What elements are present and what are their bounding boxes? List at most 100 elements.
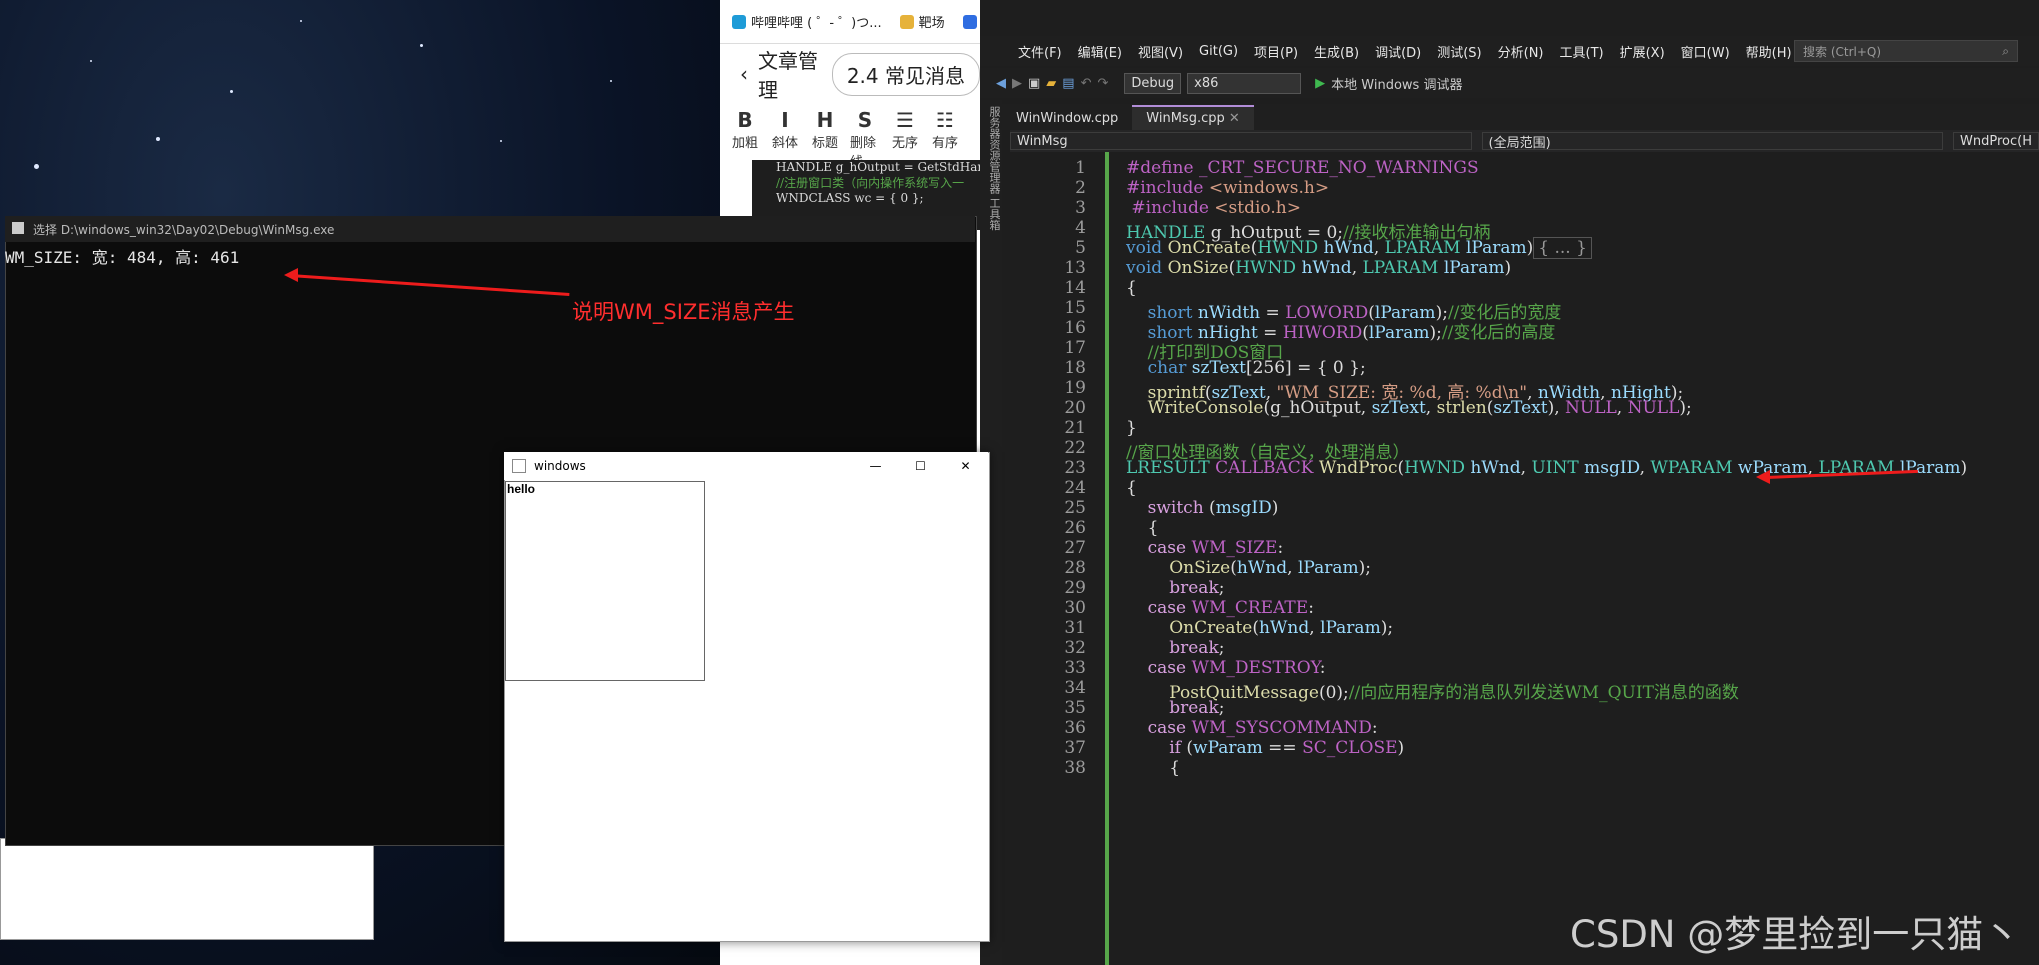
editor-snippet-line: HANDLE g_hOutput = GetStdHan [776, 160, 980, 174]
bookmark-icon [732, 14, 746, 29]
console-app-icon [12, 222, 24, 234]
code-line[interactable]: { [1126, 758, 1180, 778]
format-button-2[interactable]: H 标题 [810, 108, 840, 160]
editor-snippet-line: WNDCLASS wc = { 0 }; [776, 191, 924, 205]
bookmark-1[interactable]: 靶场 [899, 12, 945, 31]
client-drawn-rect [505, 481, 705, 681]
line-number: 37 [1064, 738, 1086, 758]
config-select[interactable]: Debug [1124, 72, 1182, 94]
line-number: 17 [1064, 338, 1086, 358]
bookmark-icon [962, 14, 977, 29]
line-number: 19 [1064, 378, 1086, 398]
format-label: 标题 [811, 136, 838, 151]
vs-menu-10[interactable]: 扩展(X) [1612, 42, 1673, 61]
nav-scope-dropdown[interactable]: (全局范围) [1481, 132, 1944, 151]
format-button-4[interactable]: ☰ 无序 [890, 108, 920, 160]
star [610, 80, 612, 82]
code-line[interactable]: break; [1126, 638, 1224, 658]
forward-icon[interactable]: ▶ [1012, 76, 1022, 91]
code-line[interactable]: #include <stdio.h> [1126, 198, 1301, 218]
vs-tab-1[interactable]: WinMsg.cpp ✕ [1132, 105, 1254, 130]
nav-project-dropdown[interactable]: WinMsg [1010, 132, 1472, 150]
line-number: 16 [1064, 318, 1086, 338]
code-line[interactable]: OnCreate(hWnd, lParam); [1126, 618, 1393, 638]
save-icon[interactable]: ▤ [1062, 76, 1074, 91]
code-line[interactable]: { [1126, 518, 1159, 538]
code-line[interactable]: switch (msgID) [1126, 498, 1279, 518]
line-number: 31 [1064, 618, 1086, 638]
app-window-icon [512, 459, 526, 473]
undo-icon[interactable]: ↶ [1081, 76, 1092, 91]
line-number: 26 [1064, 518, 1086, 538]
line-number: 36 [1064, 718, 1086, 738]
vs-menu-6[interactable]: 调试(D) [1367, 42, 1429, 61]
vs-menu-5[interactable]: 生成(B) [1306, 42, 1367, 61]
vs-tab-label: WinWindow.cpp [1016, 111, 1119, 126]
vs-tab-0[interactable]: WinWindow.cpp [1002, 107, 1132, 130]
close-tab-icon[interactable]: ✕ [1225, 111, 1240, 126]
redo-icon[interactable]: ↷ [1098, 76, 1109, 91]
bookmark-0[interactable]: 哔哩哔哩 ( ゜- ゜)つ... [732, 12, 882, 31]
code-line[interactable]: case WM_CREATE: [1126, 598, 1314, 618]
code-line[interactable]: break; [1126, 698, 1224, 718]
format-button-5[interactable]: ☷ 有序 [930, 108, 960, 160]
code-line[interactable]: WriteConsole(g_hOutput, szText, strlen(s… [1126, 398, 1692, 418]
vs-menu-7[interactable]: 测试(S) [1429, 42, 1489, 61]
vs-navigation-bar: WinMsg (全局范围) WndProc(H [1010, 130, 2039, 152]
line-number: 32 [1064, 638, 1086, 658]
code-line[interactable]: void OnSize(HWND hWnd, LPARAM lParam) [1126, 258, 1511, 278]
code-line[interactable]: if (wParam == SC_CLOSE) [1126, 738, 1404, 758]
console-titlebar[interactable]: 选择 D:\windows_win32\Day02\Debug\WinMsg.e… [5, 216, 975, 242]
platform-select[interactable]: x86 [1187, 72, 1302, 94]
vs-menu-12[interactable]: 帮助(H) [1738, 42, 1800, 61]
vs-menu-11[interactable]: 窗口(W) [1673, 42, 1738, 61]
article-title[interactable]: 2.4 常见消息 [831, 52, 980, 96]
format-button-1[interactable]: I 斜体 [770, 108, 800, 160]
line-number: 3 [1075, 198, 1086, 218]
vs-menu-4[interactable]: 项目(P) [1246, 42, 1306, 61]
vs-menu-8[interactable]: 分析(N) [1490, 42, 1552, 61]
vs-search-box[interactable]: 搜索 (Ctrl+Q) ⌕ [1794, 40, 2018, 62]
code-line[interactable]: case WM_DESTROY: [1126, 658, 1326, 678]
format-button-0[interactable]: B 加粗 [730, 108, 760, 160]
vs-menu-1[interactable]: 编辑(E) [1070, 42, 1130, 61]
back-arrow-icon[interactable]: ‹ [740, 62, 748, 86]
line-number: 33 [1064, 658, 1086, 678]
format-glyph-icon: S [857, 108, 873, 132]
article-manage-link[interactable]: 文章管理 [758, 45, 822, 103]
code-line[interactable]: } [1126, 418, 1137, 438]
app-window-titlebar[interactable]: windows — ☐ ✕ [504, 452, 988, 480]
new-file-icon[interactable]: ▣ [1028, 76, 1040, 91]
code-line[interactable]: OnSize(hWnd, lParam); [1126, 558, 1371, 578]
run-icon[interactable]: ▶ [1315, 76, 1325, 91]
line-number: 35 [1064, 698, 1086, 718]
code-line[interactable]: case WM_SYSCOMMAND: [1126, 718, 1378, 738]
vs-menu-0[interactable]: 文件(F) [1010, 42, 1070, 61]
code-line[interactable]: #define _CRT_SECURE_NO_WARNINGS [1126, 158, 1479, 178]
vs-menu-3[interactable]: Git(G) [1191, 44, 1246, 59]
code-line[interactable]: { [1126, 278, 1137, 298]
code-line[interactable]: char szText[256] = { 0 }; [1126, 358, 1366, 378]
format-label: 有序 [931, 136, 958, 151]
open-folder-icon[interactable]: ▰ [1046, 76, 1056, 91]
code-line[interactable]: #include <windows.h> [1126, 178, 1329, 198]
back-icon[interactable]: ◀ [996, 76, 1006, 91]
code-editor[interactable]: 1 #define _CRT_SECURE_NO_WARNINGS 2 #includ… [1010, 152, 2039, 965]
vs-toolbar: ◀ ▶ ▣ ▰ ▤ ↶ ↷ Debug x86 ▶ 本地 Windows 调试器 [980, 68, 2039, 98]
run-debugger-button[interactable]: 本地 Windows 调试器 [1331, 74, 1462, 93]
code-line[interactable]: { [1126, 478, 1137, 498]
minimize-button[interactable]: — [853, 459, 898, 473]
nav-function-dropdown[interactable]: WndProc(H [1953, 132, 2039, 150]
nav-function-label: WndProc(H [1960, 133, 2032, 149]
code-line[interactable]: break; [1126, 578, 1224, 598]
star [156, 137, 160, 141]
format-glyph-icon: B [737, 108, 753, 132]
code-line[interactable]: void OnCreate(HWND hWnd, LPARAM lParam){… [1126, 237, 1592, 259]
close-button[interactable]: ✕ [943, 459, 988, 473]
code-line[interactable]: case WM_SIZE: [1126, 538, 1284, 558]
vs-menu-2[interactable]: 视图(V) [1130, 42, 1191, 61]
format-button-3[interactable]: S删除线 [850, 108, 880, 170]
vs-tab-label: WinMsg.cpp [1146, 111, 1225, 126]
vs-menu-9[interactable]: 工具(T) [1552, 42, 1612, 61]
maximize-button[interactable]: ☐ [898, 459, 943, 473]
